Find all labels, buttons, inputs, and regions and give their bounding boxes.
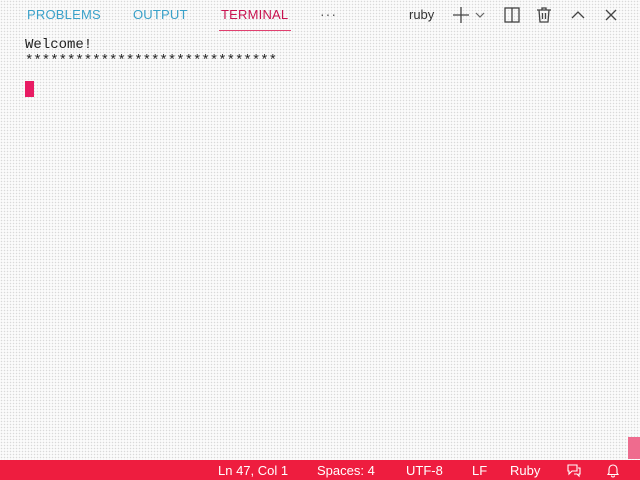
close-icon[interactable] <box>601 5 621 25</box>
chevron-down-icon[interactable] <box>473 5 487 25</box>
terminal-output[interactable]: Welcome! ****************************** <box>25 37 277 69</box>
more-actions-button[interactable]: ··· <box>320 0 337 30</box>
chevron-up-icon[interactable] <box>568 5 588 25</box>
encoding-setting[interactable]: UTF-8 <box>406 460 443 480</box>
trash-icon[interactable] <box>534 5 554 25</box>
split-icon[interactable] <box>502 5 522 25</box>
terminal-cursor <box>25 81 34 97</box>
tab-terminal[interactable]: TERMINAL <box>218 0 292 31</box>
eol-setting[interactable]: LF <box>472 460 487 480</box>
plus-icon[interactable] <box>451 5 471 25</box>
terminal-shell-select[interactable]: ruby <box>409 0 434 30</box>
scrollbar-thumb[interactable] <box>628 437 640 459</box>
status-bar: Ln 47, Col 1 Spaces: 4 UTF-8 LF Ruby <box>0 460 640 480</box>
terminal-line: Welcome! <box>25 37 93 53</box>
terminal-line: ****************************** <box>25 53 278 69</box>
feedback-icon[interactable] <box>566 462 582 478</box>
language-mode[interactable]: Ruby <box>510 460 540 480</box>
tab-problems[interactable]: PROBLEMS <box>27 0 101 30</box>
indentation-setting[interactable]: Spaces: 4 <box>317 460 375 480</box>
tab-output[interactable]: OUTPUT <box>133 0 188 30</box>
bell-icon[interactable] <box>605 462 621 478</box>
cursor-position[interactable]: Ln 47, Col 1 <box>218 460 288 480</box>
panel-header: PROBLEMS OUTPUT TERMINAL ··· ruby <box>0 0 640 32</box>
